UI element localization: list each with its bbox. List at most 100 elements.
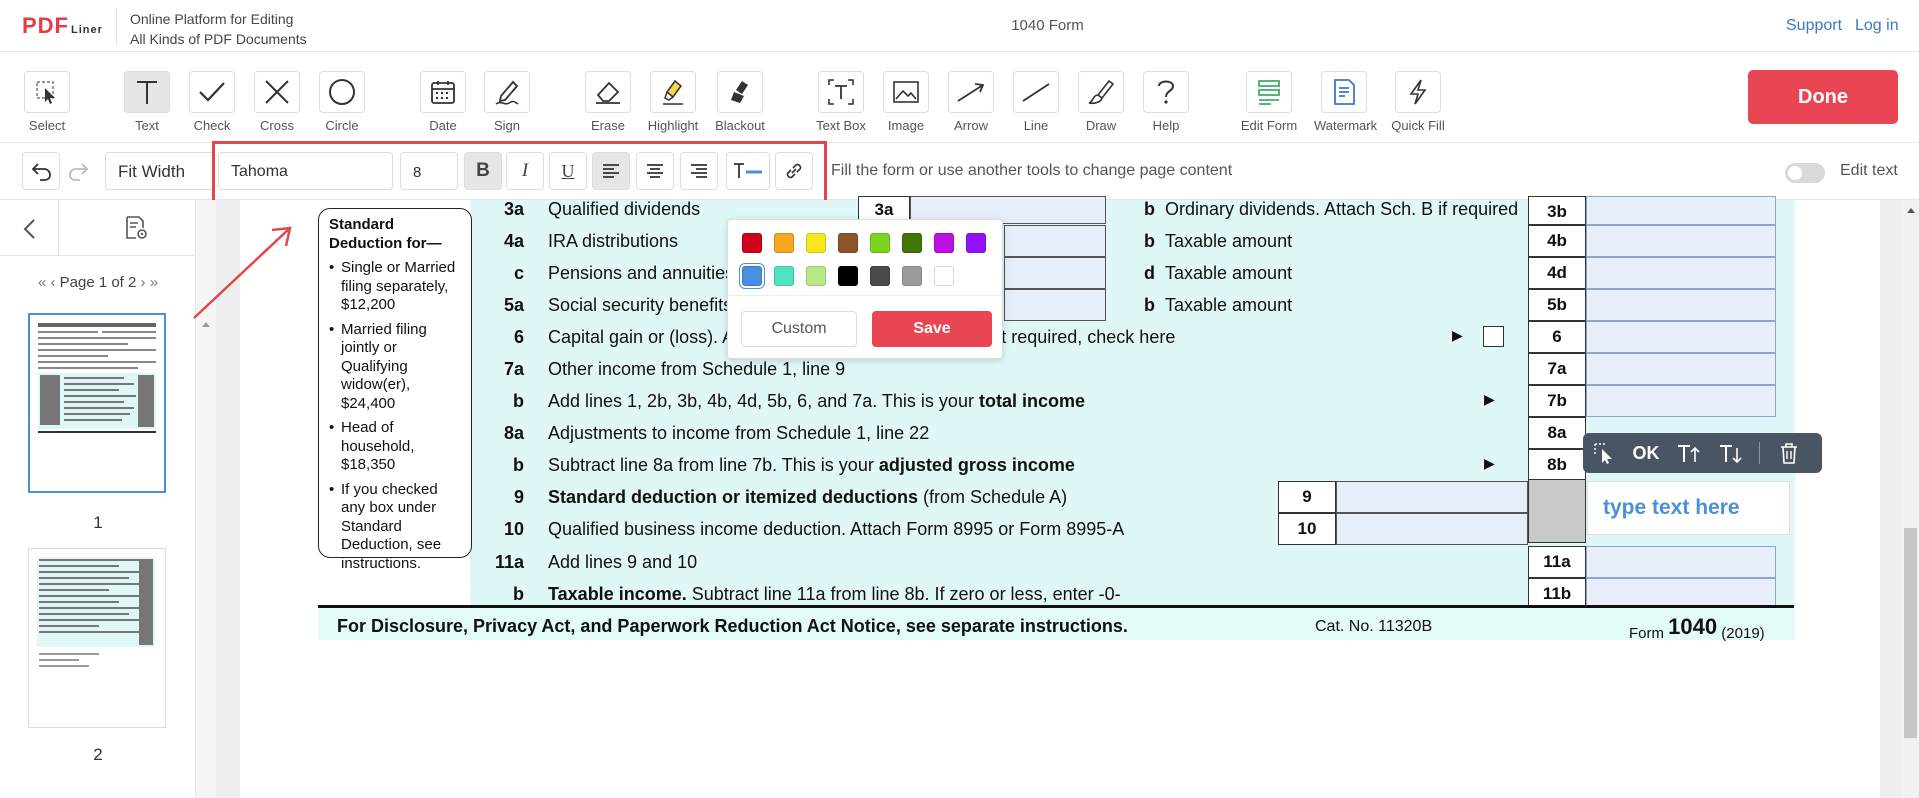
amount-field-10[interactable] <box>1336 513 1528 545</box>
color-swatch[interactable] <box>740 264 764 288</box>
line-text: Taxable amount <box>1165 295 1293 315</box>
page-thumbnail-1[interactable] <box>28 313 166 493</box>
support-link[interactable]: Support <box>1786 17 1842 35</box>
decrease-font-button[interactable] <box>1709 433 1751 473</box>
tool-quick-fill[interactable]: Quick Fill <box>1388 71 1448 133</box>
redo-button[interactable] <box>60 152 98 190</box>
color-swatch[interactable] <box>902 266 922 286</box>
document-scrollbar-thumb[interactable] <box>1904 528 1917 738</box>
amount-field-4a[interactable] <box>1004 225 1106 257</box>
tool-label: Watermark <box>1314 118 1378 133</box>
color-swatch[interactable] <box>806 233 826 253</box>
amount-field-7b[interactable] <box>1586 385 1776 417</box>
tool-text[interactable]: Text <box>117 71 177 133</box>
amount-field-9[interactable] <box>1336 481 1528 513</box>
move-text-button[interactable] <box>1583 433 1625 473</box>
page-thumbnail-2[interactable] <box>28 548 166 728</box>
tool-line[interactable]: Line <box>1006 71 1066 133</box>
color-swatch[interactable] <box>774 266 794 286</box>
custom-color-button[interactable]: Custom <box>741 311 857 347</box>
footer-notice: For Disclosure, Privacy Act, and Paperwo… <box>337 616 1128 636</box>
amount-field-3b[interactable] <box>1586 196 1776 225</box>
pointer-icon: ▶ <box>1484 455 1495 471</box>
color-swatch[interactable] <box>838 233 858 253</box>
edit-text-toggle[interactable] <box>1785 163 1825 183</box>
line-text: Add lines 9 and 10 <box>548 552 698 572</box>
color-swatch[interactable] <box>870 233 890 253</box>
line-number: b <box>513 455 524 475</box>
tool-edit-form[interactable]: Edit Form <box>1239 71 1299 133</box>
next-page-icon[interactable]: › <box>141 274 146 291</box>
tool-date[interactable]: Date <box>413 71 473 133</box>
main-toolbar: Select Text Check Cross Circle Date Sign <box>0 53 1919 143</box>
tool-check[interactable]: Check <box>182 71 242 133</box>
tool-blackout[interactable]: Blackout <box>710 71 770 133</box>
tool-textbox[interactable]: Text Box <box>811 71 871 133</box>
amount-field-4c[interactable] <box>1004 257 1106 289</box>
color-swatch[interactable] <box>806 266 826 286</box>
color-swatch[interactable] <box>902 233 922 253</box>
color-swatch[interactable] <box>966 233 986 253</box>
page-number-2: 2 <box>93 745 103 764</box>
amount-field-6[interactable] <box>1586 321 1776 353</box>
last-page-icon[interactable]: » <box>150 274 158 291</box>
page-1-preview <box>38 323 156 433</box>
font-increase-icon <box>1678 445 1700 462</box>
color-swatch[interactable] <box>742 233 762 253</box>
tool-cross[interactable]: Cross <box>247 71 307 133</box>
line-text: Adjustments to income from Schedule 1, l… <box>548 423 930 443</box>
login-link[interactable]: Log in <box>1855 17 1899 35</box>
amount-field-5b[interactable] <box>1586 289 1776 321</box>
scroll-up-icon[interactable] <box>1906 206 1916 214</box>
save-color-button[interactable]: Save <box>872 311 992 347</box>
amount-field-4b[interactable] <box>1586 225 1776 257</box>
footer-form-label: Form 1040 (2019) <box>1629 614 1765 642</box>
color-swatch[interactable] <box>838 266 858 286</box>
increase-font-button[interactable] <box>1667 433 1709 473</box>
edit-form-icon <box>1258 80 1280 105</box>
amount-field-7a[interactable] <box>1586 353 1776 385</box>
tool-arrow[interactable]: Arrow <box>941 71 1001 133</box>
prev-page-icon[interactable]: ‹ <box>50 274 55 291</box>
standard-deduction-title: Standard Deduction for— <box>329 216 442 252</box>
image-icon <box>893 81 919 103</box>
collapse-sidebar-icon[interactable] <box>22 218 36 240</box>
line-text: Qualified business income deduction. Att… <box>548 519 1125 539</box>
arrow-icon <box>957 83 985 102</box>
tool-draw[interactable]: Draw <box>1071 71 1131 133</box>
capital-gain-checkbox[interactable] <box>1483 326 1504 347</box>
amount-field-4d[interactable] <box>1586 257 1776 289</box>
color-swatch[interactable] <box>934 233 954 253</box>
tool-circle[interactable]: Circle <box>312 71 372 133</box>
page-settings-icon[interactable] <box>124 214 150 242</box>
color-swatch[interactable] <box>774 233 794 253</box>
amount-field-11a[interactable] <box>1586 546 1776 578</box>
text-icon <box>137 81 157 104</box>
footer-form-prefix: Form <box>1629 625 1664 642</box>
tool-select[interactable]: Select <box>17 71 77 133</box>
done-button[interactable]: Done <box>1748 70 1898 124</box>
first-page-icon[interactable]: « <box>38 274 46 291</box>
help-icon <box>1158 80 1175 104</box>
color-swatch[interactable] <box>934 266 954 286</box>
line-text-normal: Subtract line 8a from line 7b. This is y… <box>548 455 874 475</box>
ok-button[interactable]: OK <box>1625 433 1667 473</box>
zoom-select[interactable]: Fit Width <box>105 152 215 190</box>
undo-button[interactable] <box>22 152 60 190</box>
cross-icon <box>265 80 289 104</box>
delete-text-button[interactable] <box>1768 433 1810 473</box>
footer-cat-number: Cat. No. 11320B <box>1315 618 1433 635</box>
color-swatch[interactable] <box>870 266 890 286</box>
tool-erase[interactable]: Erase <box>578 71 638 133</box>
box-label: 4b <box>1528 225 1586 257</box>
tool-highlight[interactable]: Highlight <box>643 71 703 133</box>
amount-field-5a[interactable] <box>1004 289 1106 321</box>
tool-label: Select <box>28 118 66 133</box>
tool-help[interactable]: Help <box>1136 71 1196 133</box>
tool-image[interactable]: Image <box>876 71 936 133</box>
text-annotation-field[interactable]: type text here <box>1587 481 1790 535</box>
tool-sign[interactable]: Sign <box>477 71 537 133</box>
tool-watermark[interactable]: Watermark <box>1314 71 1378 133</box>
line-number: c <box>513 263 524 283</box>
line-text: Standard deduction or itemized deduction… <box>548 487 1067 508</box>
